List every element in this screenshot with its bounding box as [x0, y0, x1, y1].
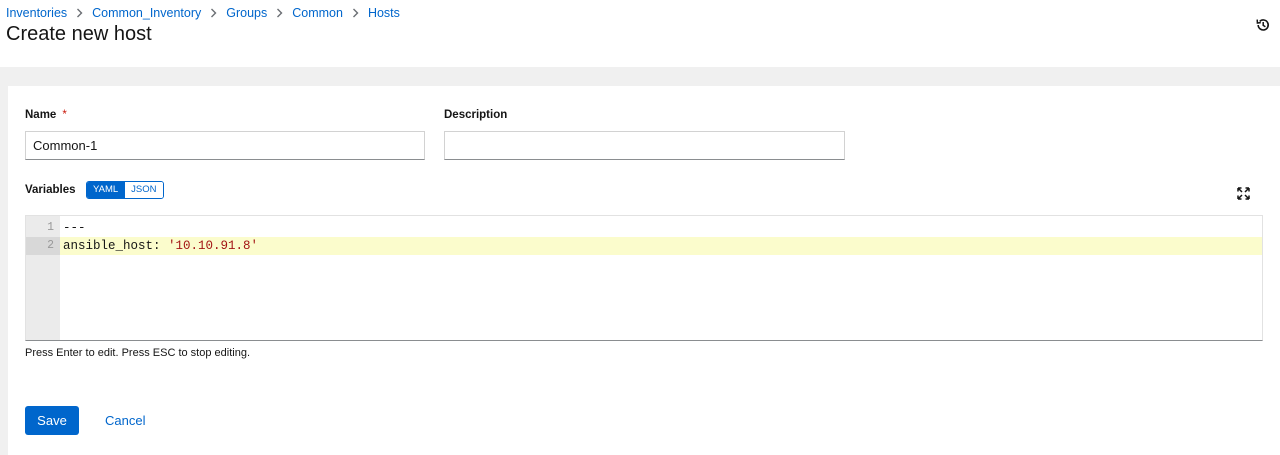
page-title: Create new host — [6, 23, 152, 45]
yaml-string-value: '10.10.91.8' — [168, 239, 259, 253]
yaml-key: ansible_host: — [63, 239, 169, 253]
chevron-right-icon — [276, 8, 283, 18]
name-label: Name * — [25, 109, 67, 121]
required-indicator: * — [62, 109, 67, 121]
name-input[interactable] — [25, 131, 425, 160]
json-toggle[interactable]: JSON — [124, 182, 163, 198]
code-line-active: ansible_host: '10.10.91.8' — [60, 237, 1262, 255]
format-toggle-group: YAML JSON — [86, 181, 164, 199]
code-line: --- — [63, 221, 86, 235]
expand-icon[interactable] — [1237, 187, 1250, 200]
variables-label: Variables — [25, 184, 76, 196]
chevron-right-icon — [210, 8, 217, 18]
breadcrumb-groups[interactable]: Groups — [226, 6, 267, 20]
breadcrumb-inventories[interactable]: Inventories — [6, 6, 67, 20]
history-icon[interactable] — [1255, 17, 1271, 33]
line-number: 1 — [47, 221, 54, 234]
line-number: 2 — [47, 239, 54, 252]
cancel-button[interactable]: Cancel — [97, 406, 153, 435]
yaml-toggle[interactable]: YAML — [87, 182, 125, 198]
editor-hint: Press Enter to edit. Press ESC to stop e… — [25, 347, 250, 359]
save-button[interactable]: Save — [25, 406, 79, 435]
chevron-right-icon — [352, 8, 359, 18]
breadcrumb-common[interactable]: Common — [292, 6, 343, 20]
description-label: Description — [444, 109, 508, 121]
breadcrumb-hosts[interactable]: Hosts — [368, 6, 400, 20]
variables-code-editor[interactable]: 1 2 --- ansible_host: '10.10.91.8' — [25, 215, 1263, 341]
breadcrumb: Inventories Common_Inventory Groups Comm… — [6, 6, 400, 20]
breadcrumb-common-inventory[interactable]: Common_Inventory — [92, 6, 201, 20]
name-label-text: Name — [25, 109, 57, 121]
description-input[interactable] — [444, 131, 845, 160]
chevron-right-icon — [76, 8, 83, 18]
page-header: Inventories Common_Inventory Groups Comm… — [0, 0, 1280, 67]
